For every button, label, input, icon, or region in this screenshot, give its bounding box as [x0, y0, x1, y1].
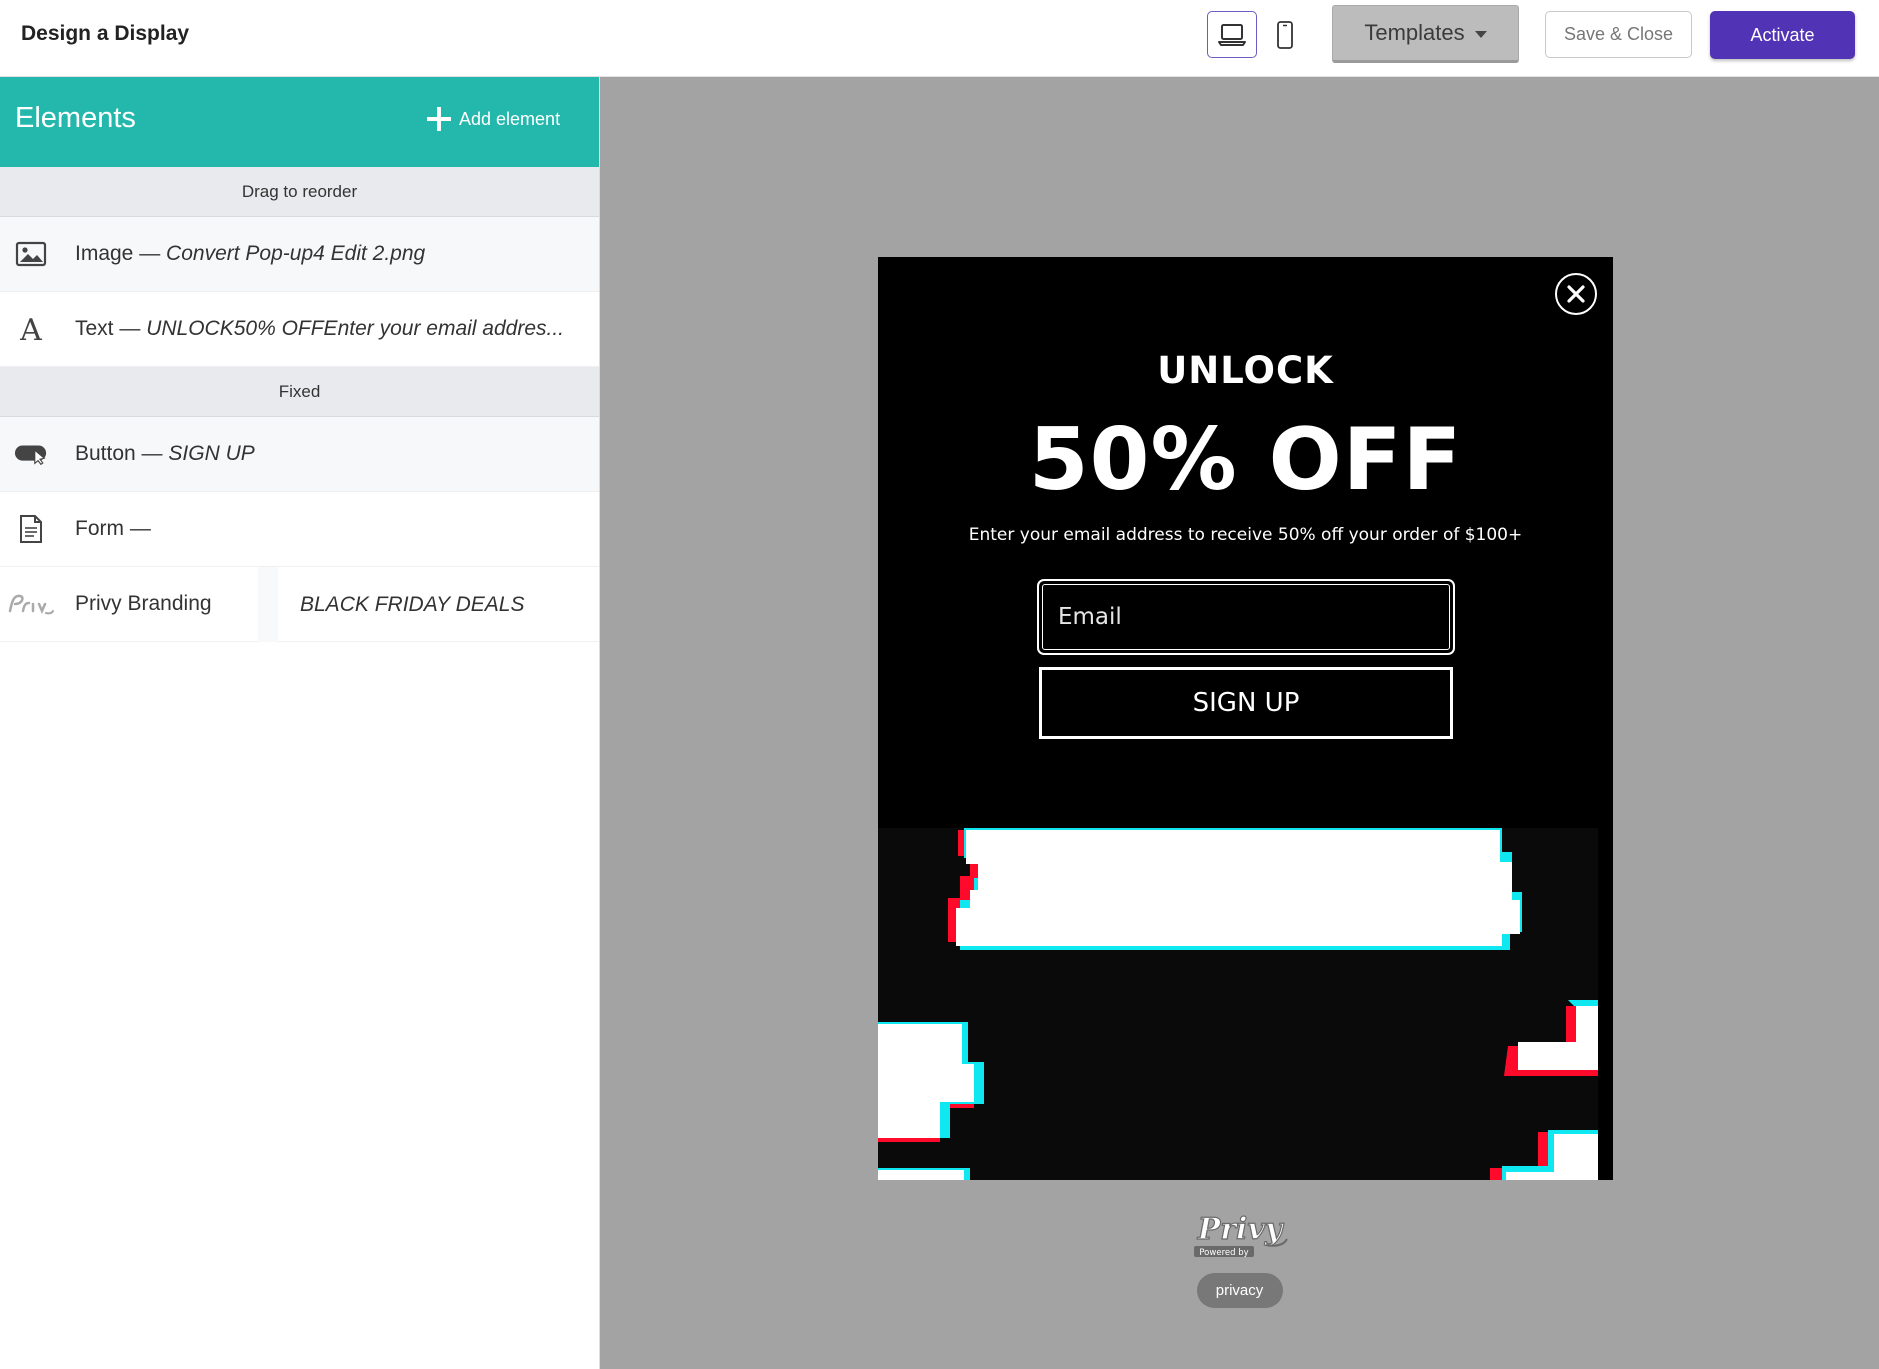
svg-text:Privy: Privy: [1196, 1212, 1284, 1247]
email-field-frame: [1037, 579, 1455, 655]
preview-canvas: UNLOCK 50% OFF Enter your email address …: [600, 77, 1879, 1369]
popup-headline: UNLOCK: [1157, 349, 1334, 392]
caret-down-icon: [1474, 30, 1487, 38]
add-element-label: Add element: [459, 108, 561, 129]
element-label: Image — Convert Pop-up4 Edit 2.png: [75, 242, 426, 265]
element-row-text[interactable]: A Text — UNLOCK50% OFFEnter your email a…: [0, 292, 599, 367]
elements-sidebar: Elements Add element Drag to reorder Ima…: [0, 77, 600, 1369]
mobile-phone-icon: [1277, 20, 1293, 49]
element-label: Form —: [75, 517, 151, 540]
popup-subtext: Enter your email address to receive 50% …: [968, 525, 1523, 545]
privy-logo-icon: [6, 587, 54, 621]
element-row-privy-branding[interactable]: Privy Branding BLACK FRIDAY DEALS: [0, 567, 599, 642]
button-icon: [14, 437, 48, 471]
element-label: Text — UNLOCK50% OFFEnter your email add…: [75, 317, 565, 340]
laptop-icon: [1218, 23, 1246, 46]
popup-close-button[interactable]: [1555, 273, 1597, 315]
email-input[interactable]: [1042, 584, 1450, 650]
add-element-button[interactable]: Add element: [427, 107, 560, 131]
powered-by-privy: Privy Powered by privacy: [600, 1209, 1879, 1308]
popup-preview: UNLOCK 50% OFF Enter your email address …: [878, 257, 1613, 1180]
element-row-image[interactable]: Image — Convert Pop-up4 Edit 2.png: [0, 217, 599, 292]
close-icon: [1567, 285, 1585, 303]
plus-icon: [427, 107, 451, 131]
mobile-preview-button[interactable]: [1260, 11, 1310, 58]
popup-offer: 50% OFF: [1028, 410, 1463, 510]
activate-button[interactable]: Activate: [1710, 11, 1855, 59]
sidebar-title: Elements: [15, 102, 136, 134]
privy-logo[interactable]: Privy Powered by: [1190, 1209, 1290, 1259]
section-fixed: Fixed: [0, 367, 599, 417]
element-label: Privy Branding: [75, 592, 212, 615]
glitch-decoration-image: [878, 828, 1598, 1180]
top-bar: Design a Display Templates Save & Close …: [0, 0, 1879, 77]
page-title: Design a Display: [21, 22, 190, 45]
section-drag-to-reorder: Drag to reorder: [0, 167, 599, 217]
privacy-link[interactable]: privacy: [1196, 1273, 1283, 1308]
element-row-button[interactable]: Button — SIGN UP: [0, 417, 599, 492]
branding-detail: BLACK FRIDAY DEALS: [258, 567, 524, 642]
text-icon: A: [14, 312, 48, 346]
save-close-button[interactable]: Save & Close: [1545, 11, 1692, 58]
templates-dropdown[interactable]: Templates: [1332, 5, 1519, 63]
templates-label: Templates: [1364, 20, 1465, 45]
desktop-preview-button[interactable]: [1207, 11, 1257, 58]
sidebar-header: Elements Add element: [0, 77, 599, 167]
element-label: Button — SIGN UP: [75, 442, 255, 465]
powered-by-label: Powered by: [1199, 1248, 1248, 1258]
form-icon: [14, 512, 48, 546]
element-row-form[interactable]: Form —: [0, 492, 599, 567]
signup-button[interactable]: SIGN UP: [1039, 667, 1453, 739]
svg-text:A: A: [19, 314, 42, 344]
image-icon: [14, 237, 48, 271]
